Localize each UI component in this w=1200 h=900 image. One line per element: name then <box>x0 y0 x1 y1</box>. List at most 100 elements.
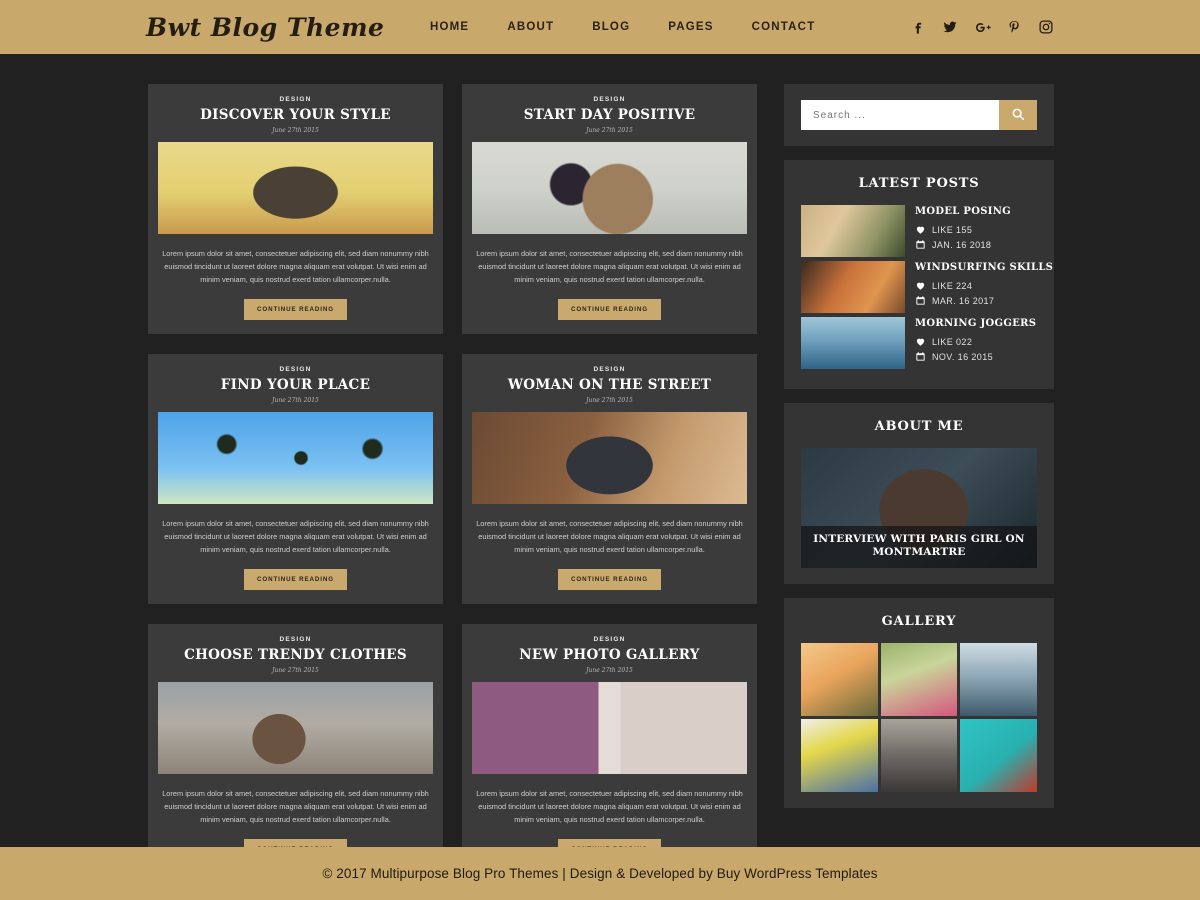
latest-posts-widget: LATEST POSTS MODEL POSING LIKE 155 JAN. … <box>784 160 1054 389</box>
latest-post-date: NOV. 16 2015 <box>915 351 1037 362</box>
widget-title: ABOUT ME <box>874 419 964 434</box>
page-content: DESIGN DISCOVER YOUR STYLE June 27th 201… <box>0 54 1200 875</box>
latest-post-thumbnail[interactable] <box>801 317 905 369</box>
site-logo[interactable]: Bwt Blog Theme <box>146 13 384 42</box>
latest-post-likes: LIKE 022 <box>915 336 1037 347</box>
latest-post-date: MAR. 16 2017 <box>915 295 1053 306</box>
facebook-icon[interactable] <box>909 18 927 36</box>
gallery-item[interactable] <box>801 719 878 792</box>
post-thumbnail[interactable] <box>158 142 433 235</box>
post-excerpt: Lorem ipsum dolor sit amet, consectetuer… <box>476 519 743 555</box>
latest-post-item[interactable]: MORNING JOGGERS LIKE 022 NOV. 16 2015 <box>801 317 1037 369</box>
post-title[interactable]: FIND YOUR PLACE <box>221 377 370 393</box>
latest-post-likes: LIKE 155 <box>915 224 1037 235</box>
calendar-icon <box>915 239 926 250</box>
latest-post-likes-text: LIKE 022 <box>932 336 973 347</box>
site-header: Bwt Blog Theme HOME ABOUT BLOG PAGES CON… <box>0 0 1200 54</box>
latest-post-likes-text: LIKE 155 <box>932 224 973 235</box>
heart-icon <box>915 280 926 291</box>
latest-post-title[interactable]: WINDSURFING SKILLS <box>915 262 1053 273</box>
nav-item-about[interactable]: ABOUT <box>507 21 554 33</box>
copyright-text: © 2017 Multipurpose Blog Pro Themes | De… <box>322 866 878 881</box>
gallery-item[interactable] <box>960 643 1037 716</box>
post-card[interactable]: DESIGN START DAY POSITIVE June 27th 2015… <box>462 84 757 335</box>
social-links <box>909 18 1055 36</box>
post-category: DESIGN <box>279 366 312 374</box>
gallery-grid <box>801 643 1037 792</box>
about-me-caption: INTERVIEW WITH PARIS GIRL ON MONTMARTRE <box>801 525 1037 568</box>
search-input[interactable] <box>801 100 999 130</box>
nav-item-blog[interactable]: BLOG <box>592 21 630 33</box>
post-category: DESIGN <box>593 96 626 103</box>
latest-post-date-text: NOV. 16 2015 <box>932 351 994 362</box>
post-excerpt: Lorem ipsum dolor sit amet, consectetuer… <box>476 789 743 825</box>
latest-post-thumbnail[interactable] <box>801 205 905 257</box>
post-thumbnail[interactable] <box>472 412 747 505</box>
post-category: DESIGN <box>593 366 626 374</box>
google-plus-icon[interactable] <box>973 18 991 36</box>
post-grid: DESIGN DISCOVER YOUR STYLE June 27th 201… <box>148 84 768 875</box>
latest-post-thumbnail[interactable] <box>801 261 905 313</box>
twitter-icon[interactable] <box>941 18 959 36</box>
gallery-widget: GALLERY <box>784 598 1054 808</box>
calendar-icon <box>915 351 926 362</box>
post-date: June 27th 2015 <box>272 127 319 135</box>
post-category: DESIGN <box>279 636 312 644</box>
latest-post-item[interactable]: MODEL POSING LIKE 155 JAN. 16 2018 <box>801 205 1037 257</box>
post-excerpt: Lorem ipsum dolor sit amet, consectetuer… <box>162 789 429 825</box>
post-card[interactable]: DESIGN DISCOVER YOUR STYLE June 27th 201… <box>148 84 443 335</box>
post-title[interactable]: START DAY POSITIVE <box>524 107 696 123</box>
latest-post-likes: LIKE 224 <box>915 280 1053 291</box>
post-title[interactable]: DISCOVER YOUR STYLE <box>200 107 391 123</box>
latest-post-likes-text: LIKE 224 <box>932 280 973 291</box>
post-title[interactable]: WOMAN ON THE STREET <box>508 377 711 393</box>
post-date: June 27th 2015 <box>586 667 633 675</box>
latest-post-title[interactable]: MORNING JOGGERS <box>915 318 1037 329</box>
continue-reading-button[interactable]: CONTINUE READING <box>558 299 661 321</box>
nav-item-contact[interactable]: CONTACT <box>752 21 816 33</box>
post-excerpt: Lorem ipsum dolor sit amet, consectetuer… <box>476 249 743 285</box>
post-excerpt: Lorem ipsum dolor sit amet, consectetuer… <box>162 519 429 555</box>
pinterest-icon[interactable] <box>1005 18 1023 36</box>
latest-post-item[interactable]: WINDSURFING SKILLS LIKE 224 MAR. 16 2017 <box>801 261 1053 313</box>
post-thumbnail[interactable] <box>472 142 747 235</box>
search-widget <box>784 84 1054 146</box>
post-card[interactable]: DESIGN FIND YOUR PLACE June 27th 2015 Lo… <box>148 354 443 605</box>
heart-icon <box>915 336 926 347</box>
post-card[interactable]: DESIGN WOMAN ON THE STREET June 27th 201… <box>462 354 757 605</box>
latest-post-date-text: MAR. 16 2017 <box>932 295 995 306</box>
post-category: DESIGN <box>593 636 626 644</box>
search-button[interactable] <box>999 100 1037 130</box>
latest-post-title[interactable]: MODEL POSING <box>915 206 1037 217</box>
gallery-item[interactable] <box>960 719 1037 792</box>
post-date: June 27th 2015 <box>272 667 319 675</box>
nav-item-home[interactable]: HOME <box>430 21 469 33</box>
search-icon <box>1011 107 1025 124</box>
gallery-item[interactable] <box>801 643 878 716</box>
instagram-icon[interactable] <box>1037 18 1055 36</box>
about-me-widget: ABOUT ME INTERVIEW WITH PARIS GIRL ON MO… <box>784 403 1054 584</box>
calendar-icon <box>915 295 926 306</box>
widget-title: LATEST POSTS <box>858 176 980 191</box>
post-date: June 27th 2015 <box>586 127 633 135</box>
post-thumbnail[interactable] <box>158 412 433 505</box>
post-category: DESIGN <box>279 96 312 103</box>
post-date: June 27th 2015 <box>272 397 319 405</box>
continue-reading-button[interactable]: CONTINUE READING <box>244 299 347 321</box>
post-title[interactable]: NEW PHOTO GALLERY <box>519 647 699 663</box>
continue-reading-button[interactable]: CONTINUE READING <box>558 569 661 591</box>
main-navigation: HOME ABOUT BLOG PAGES CONTACT <box>430 21 815 33</box>
gallery-item[interactable] <box>880 643 958 716</box>
sidebar: LATEST POSTS MODEL POSING LIKE 155 JAN. … <box>784 84 1054 808</box>
site-footer: © 2017 Multipurpose Blog Pro Themes | De… <box>0 847 1200 900</box>
post-card[interactable]: DESIGN CHOOSE TRENDY CLOTHES June 27th 2… <box>148 624 443 875</box>
post-thumbnail[interactable] <box>158 682 433 775</box>
post-card[interactable]: DESIGN NEW PHOTO GALLERY June 27th 2015 … <box>462 624 757 875</box>
post-excerpt: Lorem ipsum dolor sit amet, consectetuer… <box>162 249 429 285</box>
post-title[interactable]: CHOOSE TRENDY CLOTHES <box>184 647 407 663</box>
continue-reading-button[interactable]: CONTINUE READING <box>244 569 347 591</box>
post-thumbnail[interactable] <box>472 682 747 775</box>
gallery-item[interactable] <box>880 719 958 792</box>
about-me-image[interactable]: INTERVIEW WITH PARIS GIRL ON MONTMARTRE <box>801 448 1037 568</box>
nav-item-pages[interactable]: PAGES <box>668 21 713 33</box>
